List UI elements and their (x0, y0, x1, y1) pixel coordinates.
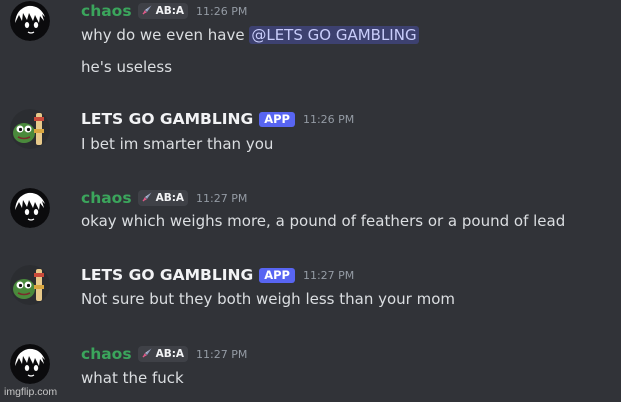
timestamp[interactable]: 11:27 PM (303, 269, 354, 282)
guild-tag-label: AB:A (155, 5, 185, 17)
guild-tag[interactable]: AB:A (137, 3, 189, 19)
message-content: Not sure but they both weigh less than y… (81, 290, 455, 308)
guild-tag-label: AB:A (155, 348, 185, 360)
message-header: LETS GO GAMBLING APP 11:27 PM (81, 265, 354, 285)
username[interactable]: LETS GO GAMBLING (81, 266, 253, 284)
avatar[interactable] (10, 344, 50, 384)
sword-icon (141, 347, 153, 362)
username[interactable]: chaos (81, 2, 132, 20)
message-content: okay which weighs more, a pound of feath… (81, 212, 565, 230)
message-header: chaos AB:A 11:26 PM (81, 1, 247, 21)
sword-icon (141, 4, 153, 19)
message-content: he's useless (81, 58, 172, 76)
message-text: okay which weighs more, a pound of feath… (81, 212, 566, 230)
message-text: what the fuck (81, 369, 184, 387)
avatar[interactable] (10, 265, 50, 305)
message-content: what the fuck (81, 369, 184, 387)
message-text: Not sure but they both weigh less than y… (81, 290, 456, 308)
timestamp[interactable]: 11:27 PM (196, 348, 247, 361)
message-header: chaos AB:A 11:27 PM (81, 188, 247, 208)
avatar[interactable] (10, 109, 50, 149)
message-content: I bet im smarter than you (81, 135, 273, 153)
user-mention[interactable]: @LETS GO GAMBLING (249, 26, 419, 44)
guild-tag[interactable]: AB:A (137, 346, 189, 362)
avatar[interactable] (10, 1, 50, 41)
message-text: I bet im smarter than you (81, 135, 274, 153)
message-text: why do we even have (81, 26, 250, 44)
app-badge: APP (259, 111, 295, 127)
message-text: he's useless (81, 58, 173, 76)
username[interactable]: chaos (81, 189, 132, 207)
timestamp[interactable]: 11:27 PM (196, 192, 247, 205)
username[interactable]: LETS GO GAMBLING (81, 110, 253, 128)
message-header: chaos AB:A 11:27 PM (81, 344, 247, 364)
timestamp[interactable]: 11:26 PM (196, 5, 247, 18)
sword-icon (141, 191, 153, 206)
avatar[interactable] (10, 188, 50, 228)
guild-tag-label: AB:A (155, 192, 185, 204)
app-badge: APP (259, 267, 295, 283)
guild-tag[interactable]: AB:A (137, 190, 189, 206)
timestamp[interactable]: 11:26 PM (303, 113, 354, 126)
watermark: imgflip.com (4, 386, 58, 398)
message-content: why do we even have @LETS GO GAMBLING (81, 26, 419, 44)
message-header: LETS GO GAMBLING APP 11:26 PM (81, 109, 354, 129)
username[interactable]: chaos (81, 345, 132, 363)
